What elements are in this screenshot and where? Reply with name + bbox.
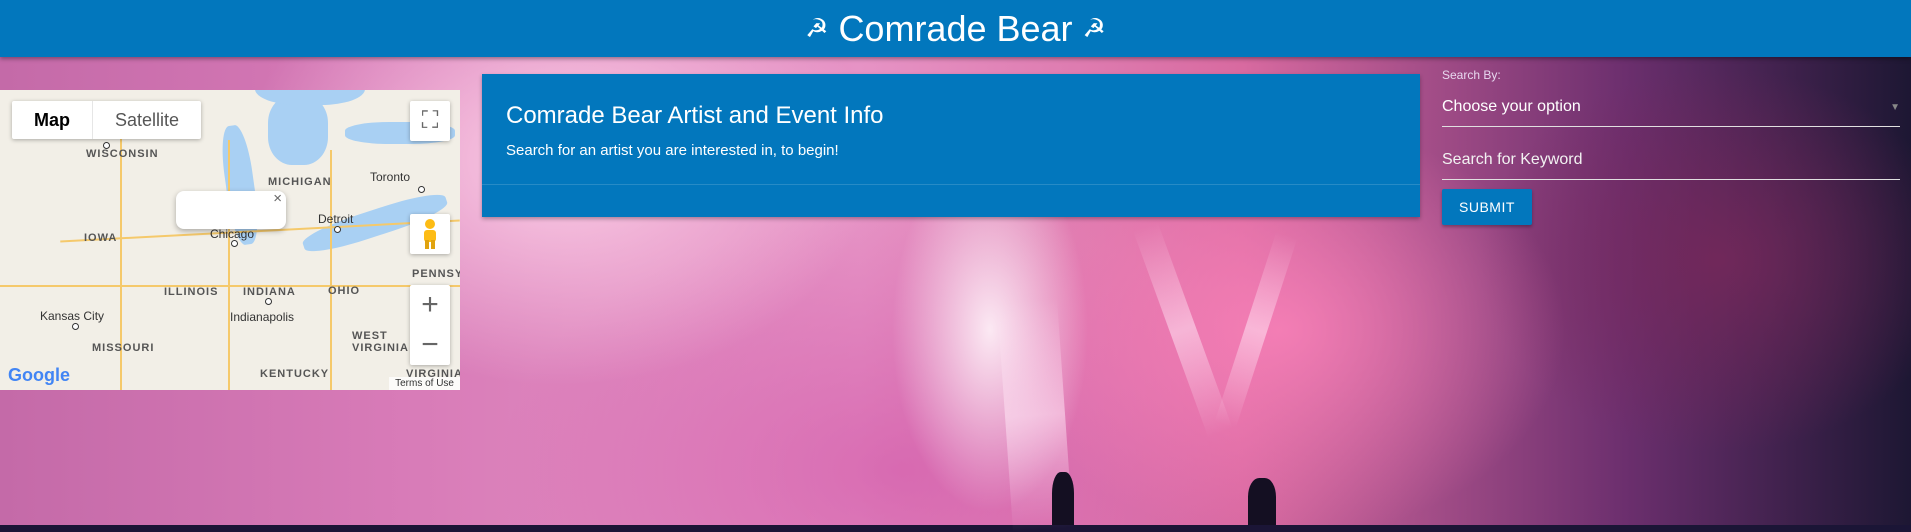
- pegman-icon: [424, 219, 436, 249]
- map-type-control: Map Satellite: [12, 101, 202, 139]
- zoom-out-button[interactable]: −: [421, 325, 439, 365]
- light-beam: [1214, 231, 1298, 429]
- zoom-control: + −: [410, 285, 450, 365]
- map-label: OHIO: [328, 285, 361, 297]
- chevron-down-icon: ▼: [1890, 101, 1900, 113]
- info-card: Comrade Bear Artist and Event Info Searc…: [482, 74, 1420, 217]
- info-card-subtitle: Search for an artist you are interested …: [506, 142, 839, 159]
- hammer-sickle-icon: ☭: [1082, 13, 1106, 43]
- lake-superior: [255, 90, 365, 105]
- submit-button[interactable]: SUBMIT: [1442, 189, 1532, 225]
- search-by-select[interactable]: Choose your option ▼: [1442, 88, 1900, 127]
- crowd-hand: [1248, 478, 1276, 525]
- city-marker: [334, 226, 341, 233]
- city-marker: [418, 186, 425, 193]
- search-by-selected-value: Choose your option: [1442, 98, 1581, 115]
- lake-huron: [268, 95, 328, 165]
- hammer-sickle-icon: ☭: [805, 13, 829, 43]
- keyword-placeholder: Search for Keyword: [1442, 151, 1583, 168]
- google-map[interactable]: WISCONSIN MICHIGAN Toronto IOWA Chicago …: [0, 90, 460, 390]
- map-type-map-button[interactable]: Map: [12, 101, 92, 139]
- fullscreen-icon: ⛶: [421, 107, 439, 134]
- fullscreen-button[interactable]: ⛶: [410, 101, 450, 141]
- map-label: MISSOURI: [92, 342, 155, 354]
- interstate-road: [0, 285, 460, 287]
- map-label: Chicago: [210, 227, 255, 241]
- map-type-satellite-button[interactable]: Satellite: [92, 101, 201, 139]
- info-card-title: Comrade Bear Artist and Event Info: [506, 102, 884, 129]
- light-beam: [1133, 222, 1233, 438]
- map-label: INDIANA: [243, 286, 296, 298]
- top-navbar: ☭ Comrade Bear ☭: [0, 0, 1911, 57]
- map-label: Kansas City: [40, 309, 105, 323]
- google-logo-text: Google: [8, 365, 70, 385]
- interstate-road: [228, 140, 230, 390]
- city-marker: [265, 298, 272, 305]
- city-marker: [72, 323, 79, 330]
- keyword-input[interactable]: Search for Keyword: [1442, 141, 1900, 180]
- map-info-window: ×: [176, 190, 286, 229]
- map-label: IOWA: [84, 232, 118, 244]
- map-label: MICHIGAN: [268, 176, 332, 188]
- info-card-divider: [482, 184, 1420, 185]
- city-marker: [231, 240, 238, 247]
- zoom-in-button[interactable]: +: [421, 285, 439, 325]
- map-label: PENNSY: [412, 268, 460, 280]
- map-label: Indianapolis: [230, 310, 295, 324]
- site-title: Comrade Bear: [838, 7, 1073, 49]
- map-label: ILLINOIS: [164, 286, 219, 298]
- map-label: WISCONSIN: [86, 148, 159, 160]
- google-logo: Google: [8, 365, 70, 386]
- map-label: KENTUCKY: [260, 368, 330, 380]
- search-by-label: Search By:: [1442, 68, 1501, 82]
- search-panel: Search By: Choose your option ▼ Search f…: [1442, 68, 1900, 225]
- terms-of-use-link[interactable]: Terms of Use: [389, 377, 460, 390]
- crowd-hand: [1052, 472, 1074, 525]
- map-label: Toronto: [370, 170, 411, 184]
- street-view-pegman-button[interactable]: [410, 214, 450, 254]
- close-icon[interactable]: ×: [273, 190, 282, 207]
- brand-logo[interactable]: ☭ Comrade Bear ☭: [805, 8, 1106, 50]
- map-label: Detroit: [318, 212, 354, 226]
- city-marker: [103, 142, 110, 149]
